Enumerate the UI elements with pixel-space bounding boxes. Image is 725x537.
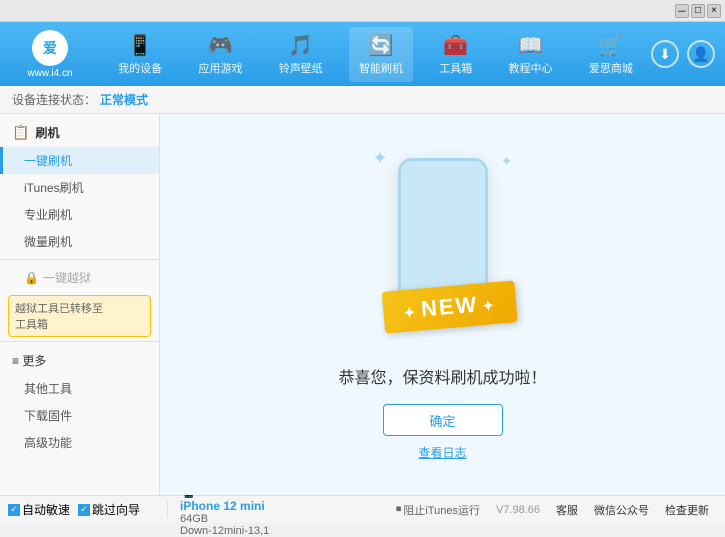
auto-send-checkbox[interactable]: ✓ 自动敏速: [8, 501, 70, 518]
new-star-left-icon: ✦: [402, 304, 417, 321]
skip-wizard-check-icon: ✓: [78, 504, 90, 516]
minimize-button[interactable]: －: [675, 4, 689, 18]
logo-url: www.i4.cn: [27, 68, 72, 79]
maximize-button[interactable]: □: [691, 4, 705, 18]
nav-apps-games[interactable]: 🎮 应用游戏: [188, 27, 252, 82]
title-bar: － □ ×: [0, 0, 725, 22]
sparkle-tr-icon: ✦: [501, 153, 513, 170]
status-value: 正常模式: [100, 91, 148, 108]
nav-actions: ⬇ 👤: [651, 40, 725, 68]
smart-flash-icon: 🔄: [369, 33, 394, 58]
sparkle-tl-icon: ✦: [373, 148, 388, 169]
nav-my-device-label: 我的设备: [118, 60, 162, 76]
confirm-button[interactable]: 确定: [383, 404, 503, 436]
skip-wizard-label: 跳过向导: [92, 501, 140, 518]
nav-smart-flash[interactable]: 🔄 智能刷机: [349, 27, 413, 82]
nav-ringtones[interactable]: 🎵 铃声壁纸: [269, 27, 333, 82]
check-update-link[interactable]: 检查更新: [665, 502, 709, 518]
header: 爱 www.i4.cn 📱 我的设备 🎮 应用游戏 🎵 铃声壁纸 🔄 智能刷机 …: [0, 22, 725, 86]
nav-smart-flash-label: 智能刷机: [359, 60, 403, 76]
ringtones-icon: 🎵: [288, 33, 313, 58]
close-button[interactable]: ×: [707, 4, 721, 18]
nav-ringtones-label: 铃声壁纸: [279, 60, 323, 76]
logo-icon: 爱: [32, 30, 68, 66]
stop-icon: ⏹: [396, 503, 402, 516]
nav-toolbox[interactable]: 🧰 工具箱: [429, 27, 482, 82]
stop-itunes-button[interactable]: ⏹ 阻止iTunes运行: [396, 502, 480, 518]
nav-toolbox-label: 工具箱: [439, 60, 472, 76]
nav-apps-games-label: 应用游戏: [198, 60, 242, 76]
sidebar-flash-header: 📋 刷机: [0, 118, 159, 147]
phone-illustration: ✦ ✦ ✦NEW✦: [353, 148, 533, 348]
sidebar-divider-2: [0, 341, 159, 342]
apps-games-icon: 🎮: [208, 33, 233, 58]
status-label: 设备连接状态：: [12, 91, 96, 108]
user-button[interactable]: 👤: [687, 40, 715, 68]
flash-section-label: 刷机: [35, 124, 59, 141]
more-section-label: ≡ 更多: [12, 352, 46, 369]
flash-section-icon: 📋: [12, 124, 29, 141]
sidebar-jailbreak-note: 越狱工具已转移至工具箱: [8, 295, 151, 337]
download-button[interactable]: ⬇: [651, 40, 679, 68]
sidebar-item-advanced[interactable]: 高级功能: [0, 429, 159, 456]
device-name: iPhone 12 mini: [180, 499, 384, 513]
skip-wizard-checkbox[interactable]: ✓ 跳过向导: [78, 501, 140, 518]
my-device-icon: 📱: [128, 33, 153, 58]
visit-log-link[interactable]: 查看日志: [418, 444, 466, 461]
tutorial-icon: 📖: [518, 33, 543, 58]
nav-tutorial-label: 教程中心: [509, 60, 553, 76]
status-bar: 设备连接状态： 正常模式: [0, 86, 725, 114]
device-storage: 64GB: [180, 513, 384, 525]
new-star-right-icon: ✦: [481, 297, 496, 314]
customer-service-link[interactable]: 客服: [556, 502, 578, 518]
nav-store[interactable]: 🛒 爱思商城: [579, 27, 643, 82]
sidebar-item-itunes-flash[interactable]: iTunes刷机: [0, 174, 159, 201]
nav-store-label: 爱思商城: [589, 60, 633, 76]
bottom-device-info: 📱 iPhone 12 mini 64GB Down-12mini-13,1: [168, 496, 396, 523]
success-text: 恭喜您，保资料刷机成功啦！: [338, 364, 546, 388]
store-icon: 🛒: [598, 33, 623, 58]
main-area: 📋 刷机 一键刷机 iTunes刷机 专业刷机 微量刷机 🔒 一键越狱 越狱工具…: [0, 114, 725, 495]
bottom-bar: ✓ 自动敏速 ✓ 跳过向导 📱 iPhone 12 mini 64GB Down…: [0, 495, 725, 523]
device-model: Down-12mini-13,1: [180, 525, 384, 537]
nav-tutorial[interactable]: 📖 教程中心: [499, 27, 563, 82]
sidebar-item-other-tools[interactable]: 其他工具: [0, 375, 159, 402]
sidebar-item-download-firmware[interactable]: 下载固件: [0, 402, 159, 429]
nav-my-device[interactable]: 📱 我的设备: [108, 27, 172, 82]
sidebar-item-one-click-flash[interactable]: 一键刷机: [0, 147, 159, 174]
lock-icon: 🔒: [24, 271, 39, 285]
sidebar-item-pro-flash[interactable]: 专业刷机: [0, 201, 159, 228]
bottom-left: ✓ 自动敏速 ✓ 跳过向导: [8, 501, 168, 518]
sidebar-more-header: ≡ 更多: [0, 346, 159, 375]
auto-send-check-icon: ✓: [8, 504, 20, 516]
sidebar-divider-1: [0, 259, 159, 260]
version-text: V7.98.66: [496, 504, 540, 516]
content-area: ✦ ✦ ✦NEW✦ 恭喜您，保资料刷机成功啦！ 确定 查看日志: [160, 114, 725, 495]
logo-area: 爱 www.i4.cn: [0, 22, 100, 87]
sidebar-item-save-data-flash[interactable]: 微量刷机: [0, 228, 159, 255]
toolbox-icon: 🧰: [443, 33, 468, 58]
wechat-link[interactable]: 微信公众号: [594, 502, 649, 518]
sidebar: 📋 刷机 一键刷机 iTunes刷机 专业刷机 微量刷机 🔒 一键越狱 越狱工具…: [0, 114, 160, 495]
nav-items: 📱 我的设备 🎮 应用游戏 🎵 铃声壁纸 🔄 智能刷机 🧰 工具箱 📖 教程中心…: [100, 27, 651, 82]
sidebar-jailbreak-header: 🔒 一键越狱: [0, 264, 159, 291]
auto-send-label: 自动敏速: [22, 501, 70, 518]
bottom-right: ⏹ 阻止iTunes运行 V7.98.66 客服 微信公众号 检查更新: [396, 502, 717, 518]
